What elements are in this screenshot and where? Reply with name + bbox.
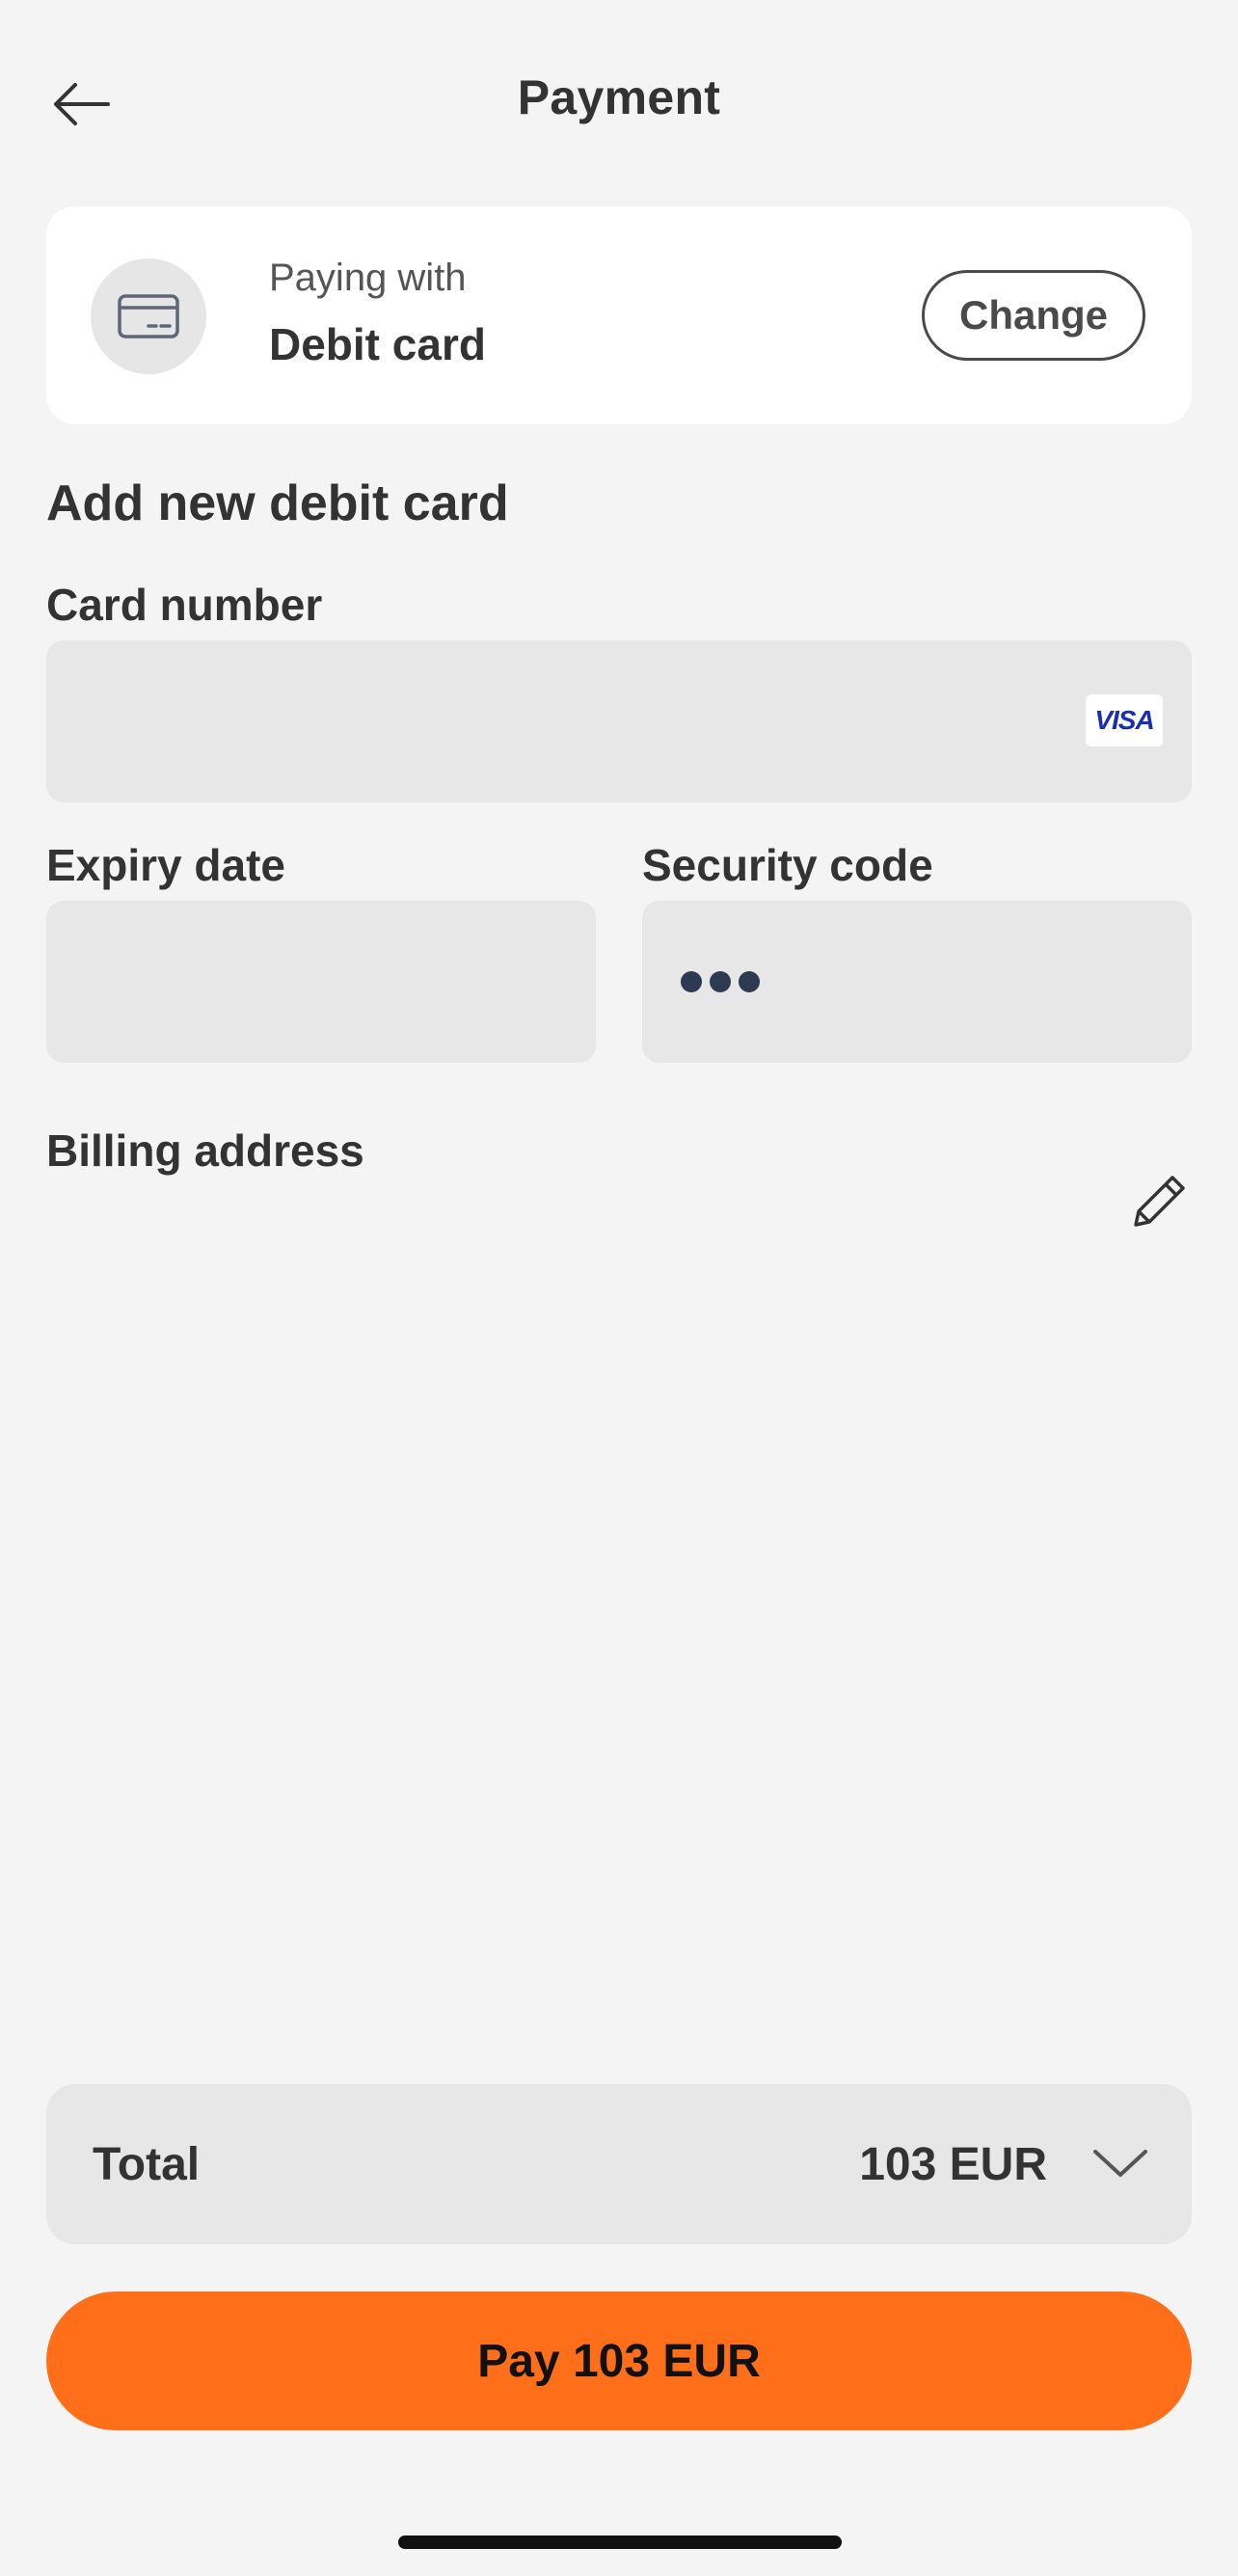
three-dots-icon	[681, 901, 760, 1063]
pencil-icon	[1134, 1176, 1185, 1227]
security-code-label: Security code	[642, 840, 933, 890]
total-summary[interactable]: Total 103 EUR	[46, 2084, 1192, 2244]
card-number-label: Card number	[46, 580, 323, 630]
billing-address-label: Billing address	[46, 1125, 364, 1176]
expiry-date-label: Expiry date	[46, 840, 285, 890]
credit-card-icon	[118, 294, 179, 339]
total-amount: 103 EUR	[859, 2138, 1047, 2190]
edit-billing-button[interactable]	[1128, 1169, 1192, 1233]
home-indicator	[398, 2535, 842, 2549]
card-number-input[interactable]: VISA	[46, 640, 1192, 802]
visa-logo-icon: VISA	[1086, 694, 1163, 746]
change-button[interactable]: Change	[922, 270, 1145, 361]
payment-method-name: Debit card	[269, 319, 486, 369]
payment-method-subtitle: Paying with	[269, 257, 467, 299]
total-label: Total	[93, 2138, 201, 2190]
payment-method-avatar	[91, 258, 206, 374]
page-title: Payment	[517, 70, 721, 124]
payment-method-card: Paying with Debit card Change	[46, 206, 1192, 424]
security-code-input[interactable]	[642, 901, 1192, 1063]
payment-screen: Payment Paying with Debit card Change Ad…	[0, 0, 1238, 2576]
chevron-down-icon[interactable]	[1091, 2134, 1149, 2192]
section-title: Add new debit card	[46, 475, 509, 531]
expiry-date-input[interactable]	[46, 901, 596, 1063]
pay-button[interactable]: Pay 103 EUR	[46, 2291, 1192, 2430]
